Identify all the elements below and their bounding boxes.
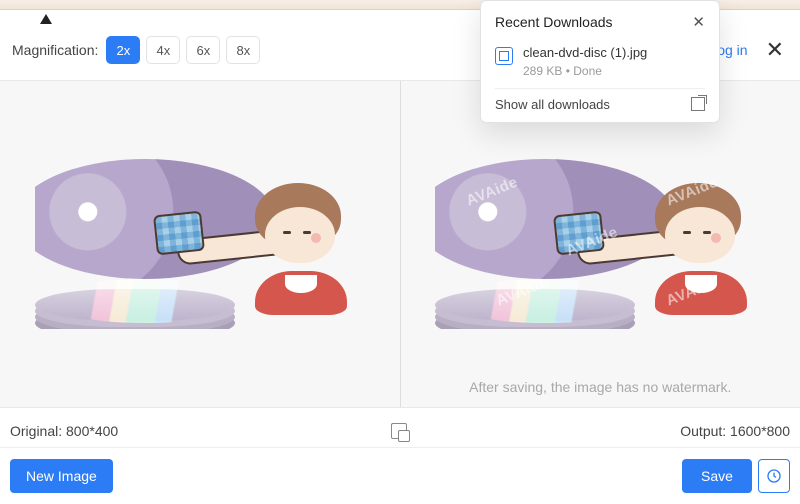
- downloads-header: Recent Downloads ✕: [495, 13, 705, 31]
- download-filename: clean-dvd-disc (1).jpg: [523, 45, 647, 62]
- original-pane: [0, 81, 401, 407]
- show-all-downloads-link[interactable]: Show all downloads: [495, 97, 610, 112]
- history-icon[interactable]: [758, 459, 790, 493]
- close-icon[interactable]: ✕: [762, 39, 788, 61]
- magnification-8x-button[interactable]: 8x: [226, 36, 260, 64]
- file-image-icon: [495, 47, 513, 65]
- magnification-4x-button[interactable]: 4x: [146, 36, 180, 64]
- status-bar: Original: 800*400 Output: 1600*800: [0, 414, 800, 448]
- toolbar-right: og in ✕: [717, 39, 788, 61]
- downloads-title: Recent Downloads: [495, 14, 613, 30]
- downloads-footer: Show all downloads: [495, 88, 705, 112]
- preview-canvas: AVAide AVAide AVAide AVAide AVAide After…: [0, 80, 800, 408]
- download-item-text: clean-dvd-disc (1).jpg 289 KB • Done: [523, 45, 647, 78]
- save-button[interactable]: Save: [682, 459, 752, 493]
- original-dimensions: Original: 800*400: [10, 423, 118, 439]
- login-link[interactable]: og in: [717, 42, 747, 58]
- open-external-icon[interactable]: [691, 97, 705, 111]
- magnification-label: Magnification:: [12, 42, 98, 58]
- compare-icon[interactable]: [391, 423, 407, 439]
- magnification-6x-button[interactable]: 6x: [186, 36, 220, 64]
- download-meta: 289 KB • Done: [523, 64, 647, 78]
- watermark-hint: After saving, the image has no watermark…: [401, 379, 800, 395]
- downloads-panel: Recent Downloads ✕ clean-dvd-disc (1).jp…: [480, 0, 720, 123]
- original-image: [35, 159, 365, 329]
- download-item[interactable]: clean-dvd-disc (1).jpg 289 KB • Done: [495, 41, 705, 88]
- magnification-2x-button[interactable]: 2x: [106, 36, 140, 64]
- logo-fragment: [40, 14, 60, 24]
- output-pane: AVAide AVAide AVAide AVAide AVAide After…: [401, 81, 800, 407]
- footer-bar: New Image Save: [0, 448, 800, 504]
- output-image: AVAide AVAide AVAide AVAide AVAide: [435, 159, 765, 329]
- downloads-close-icon[interactable]: ✕: [692, 13, 705, 31]
- new-image-button[interactable]: New Image: [10, 459, 113, 493]
- output-dimensions: Output: 1600*800: [680, 423, 790, 439]
- magnification-group: 2x 4x 6x 8x: [106, 36, 260, 64]
